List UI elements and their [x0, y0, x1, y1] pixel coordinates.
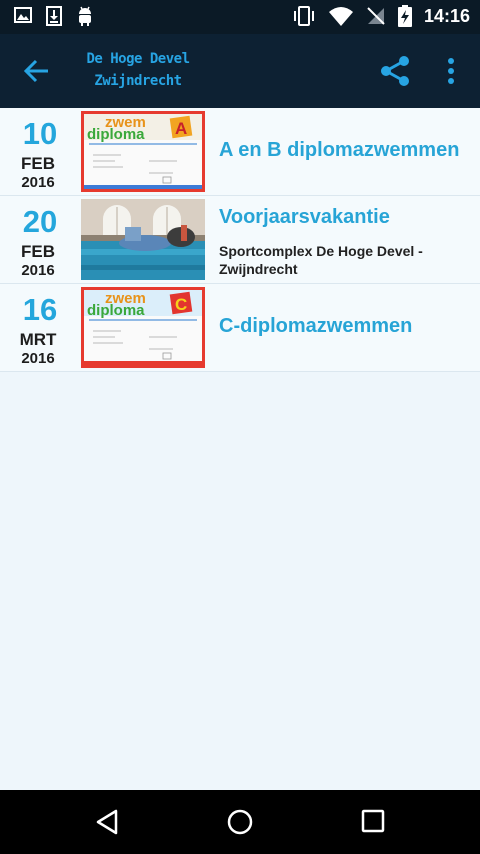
event-row[interactable]: 10 FEB 2016 zwem diploma A A en B diplom…	[0, 108, 480, 196]
event-day: 16	[22, 292, 58, 327]
clock: 14:16	[423, 5, 470, 26]
nav-home-icon[interactable]	[226, 808, 254, 836]
diploma-word-2: diploma	[87, 126, 145, 143]
event-month: MRT	[19, 330, 57, 349]
event-day: 10	[22, 116, 58, 151]
event-location: Sportcomplex De Hoge Devel - Zwijndrecht	[219, 243, 423, 277]
event-row[interactable]: 16 MRT 2016 zwem diploma C C-diplomazwem…	[0, 284, 480, 372]
app-title: De Hoge Devel Zwijndrecht	[82, 48, 194, 92]
diploma-letter: A	[175, 119, 187, 138]
event-row[interactable]: 20 FEB 2016 Voorjaarsvakantie Sportcompl…	[0, 196, 480, 284]
app-title-line1: De Hoge Devel	[86, 51, 190, 67]
overflow-menu-icon[interactable]	[440, 56, 462, 86]
zwemdiploma-c-thumbnail: zwem diploma C	[81, 287, 205, 368]
event-year: 2016	[21, 174, 55, 191]
system-status-icons: 14:16	[292, 5, 470, 27]
app-bar: De Hoge Devel Zwijndrecht	[0, 34, 480, 108]
share-icon[interactable]	[378, 54, 412, 88]
navigation-bar	[0, 790, 480, 854]
battery-charging-icon	[397, 5, 412, 27]
back-arrow-icon[interactable]	[22, 56, 52, 86]
diploma-word-2: diploma	[87, 302, 145, 319]
diploma-letter: C	[175, 295, 187, 314]
vibrate-icon	[293, 6, 314, 26]
event-month: FEB	[21, 242, 55, 261]
event-title: C-diplomazwemmen	[219, 315, 413, 337]
nav-recents-icon[interactable]	[360, 808, 386, 834]
no-signal-icon	[367, 7, 385, 25]
app-title-line2: Zwijndrecht	[94, 73, 182, 89]
notification-icons	[14, 6, 94, 26]
download-icon	[46, 6, 62, 26]
event-year: 2016	[21, 350, 55, 367]
event-title: A en B diplomazwemmen	[219, 139, 460, 161]
event-day: 20	[22, 204, 58, 239]
event-month: FEB	[21, 154, 55, 173]
zwemdiploma-a-thumbnail: zwem diploma A	[81, 111, 205, 192]
event-list: 10 FEB 2016 zwem diploma A A en B diplom…	[0, 108, 480, 372]
event-date: 20 FEB 2016	[0, 196, 78, 282]
event-date: 16 MRT 2016	[0, 284, 78, 370]
nav-back-icon[interactable]	[94, 808, 122, 836]
event-date: 10 FEB 2016	[0, 108, 78, 194]
event-year: 2016	[21, 262, 55, 279]
image-icon	[14, 7, 32, 23]
swimming-pool-thumbnail	[81, 199, 205, 280]
android-icon	[79, 6, 91, 26]
event-title: Voorjaarsvakantie	[219, 206, 390, 228]
wifi-icon	[328, 7, 353, 26]
status-bar: 14:16	[0, 0, 480, 34]
